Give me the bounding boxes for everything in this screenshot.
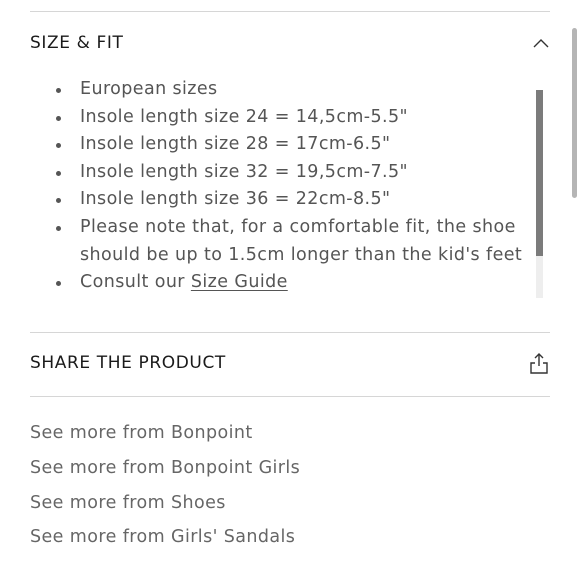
size-fit-item: Insole length size 24 = 14,5cm-5.5" <box>54 104 524 132</box>
size-fit-item: Insole length size 32 = 19,5cm-7.5" <box>54 159 524 187</box>
size-fit-item: Insole length size 28 = 17cm-6.5" <box>54 131 524 159</box>
product-details-page: SIZE & FIT European sizes Insole length … <box>0 0 580 580</box>
see-more-links: See more from Bonpoint See more from Bon… <box>30 416 300 555</box>
see-more-link-bonpoint-girls[interactable]: See more from Bonpoint Girls <box>30 451 300 486</box>
size-fit-scrollbar[interactable] <box>536 90 543 298</box>
size-fit-item: Insole length size 36 = 22cm-8.5" <box>54 186 524 214</box>
size-guide-link[interactable]: Size Guide <box>191 272 288 292</box>
see-more-link-girls-sandals[interactable]: See more from Girls' Sandals <box>30 520 300 555</box>
chevron-up-icon[interactable] <box>532 34 550 52</box>
size-fit-list: European sizes Insole length size 24 = 1… <box>54 76 524 297</box>
share-divider <box>30 396 550 397</box>
consult-prefix: Consult our <box>80 272 185 293</box>
top-divider <box>30 11 550 12</box>
size-fit-title: SIZE & FIT <box>30 33 124 53</box>
share-product-title: SHARE THE PRODUCT <box>30 353 226 373</box>
size-fit-scrollbar-thumb[interactable] <box>536 90 543 256</box>
see-more-link-shoes[interactable]: See more from Shoes <box>30 486 300 521</box>
share-icon[interactable] <box>528 352 550 374</box>
size-fit-item: Please note that, for a comfortable fit,… <box>54 214 524 269</box>
page-scrollbar-thumb[interactable] <box>572 28 577 198</box>
see-more-link-bonpoint[interactable]: See more from Bonpoint <box>30 416 300 451</box>
size-fit-divider <box>30 332 550 333</box>
size-fit-accordion-header[interactable]: SIZE & FIT <box>30 28 550 58</box>
size-fit-item: European sizes <box>54 76 524 104</box>
size-fit-item-consult: Consult our Size Guide <box>54 269 524 297</box>
share-product-header[interactable]: SHARE THE PRODUCT <box>30 348 550 378</box>
